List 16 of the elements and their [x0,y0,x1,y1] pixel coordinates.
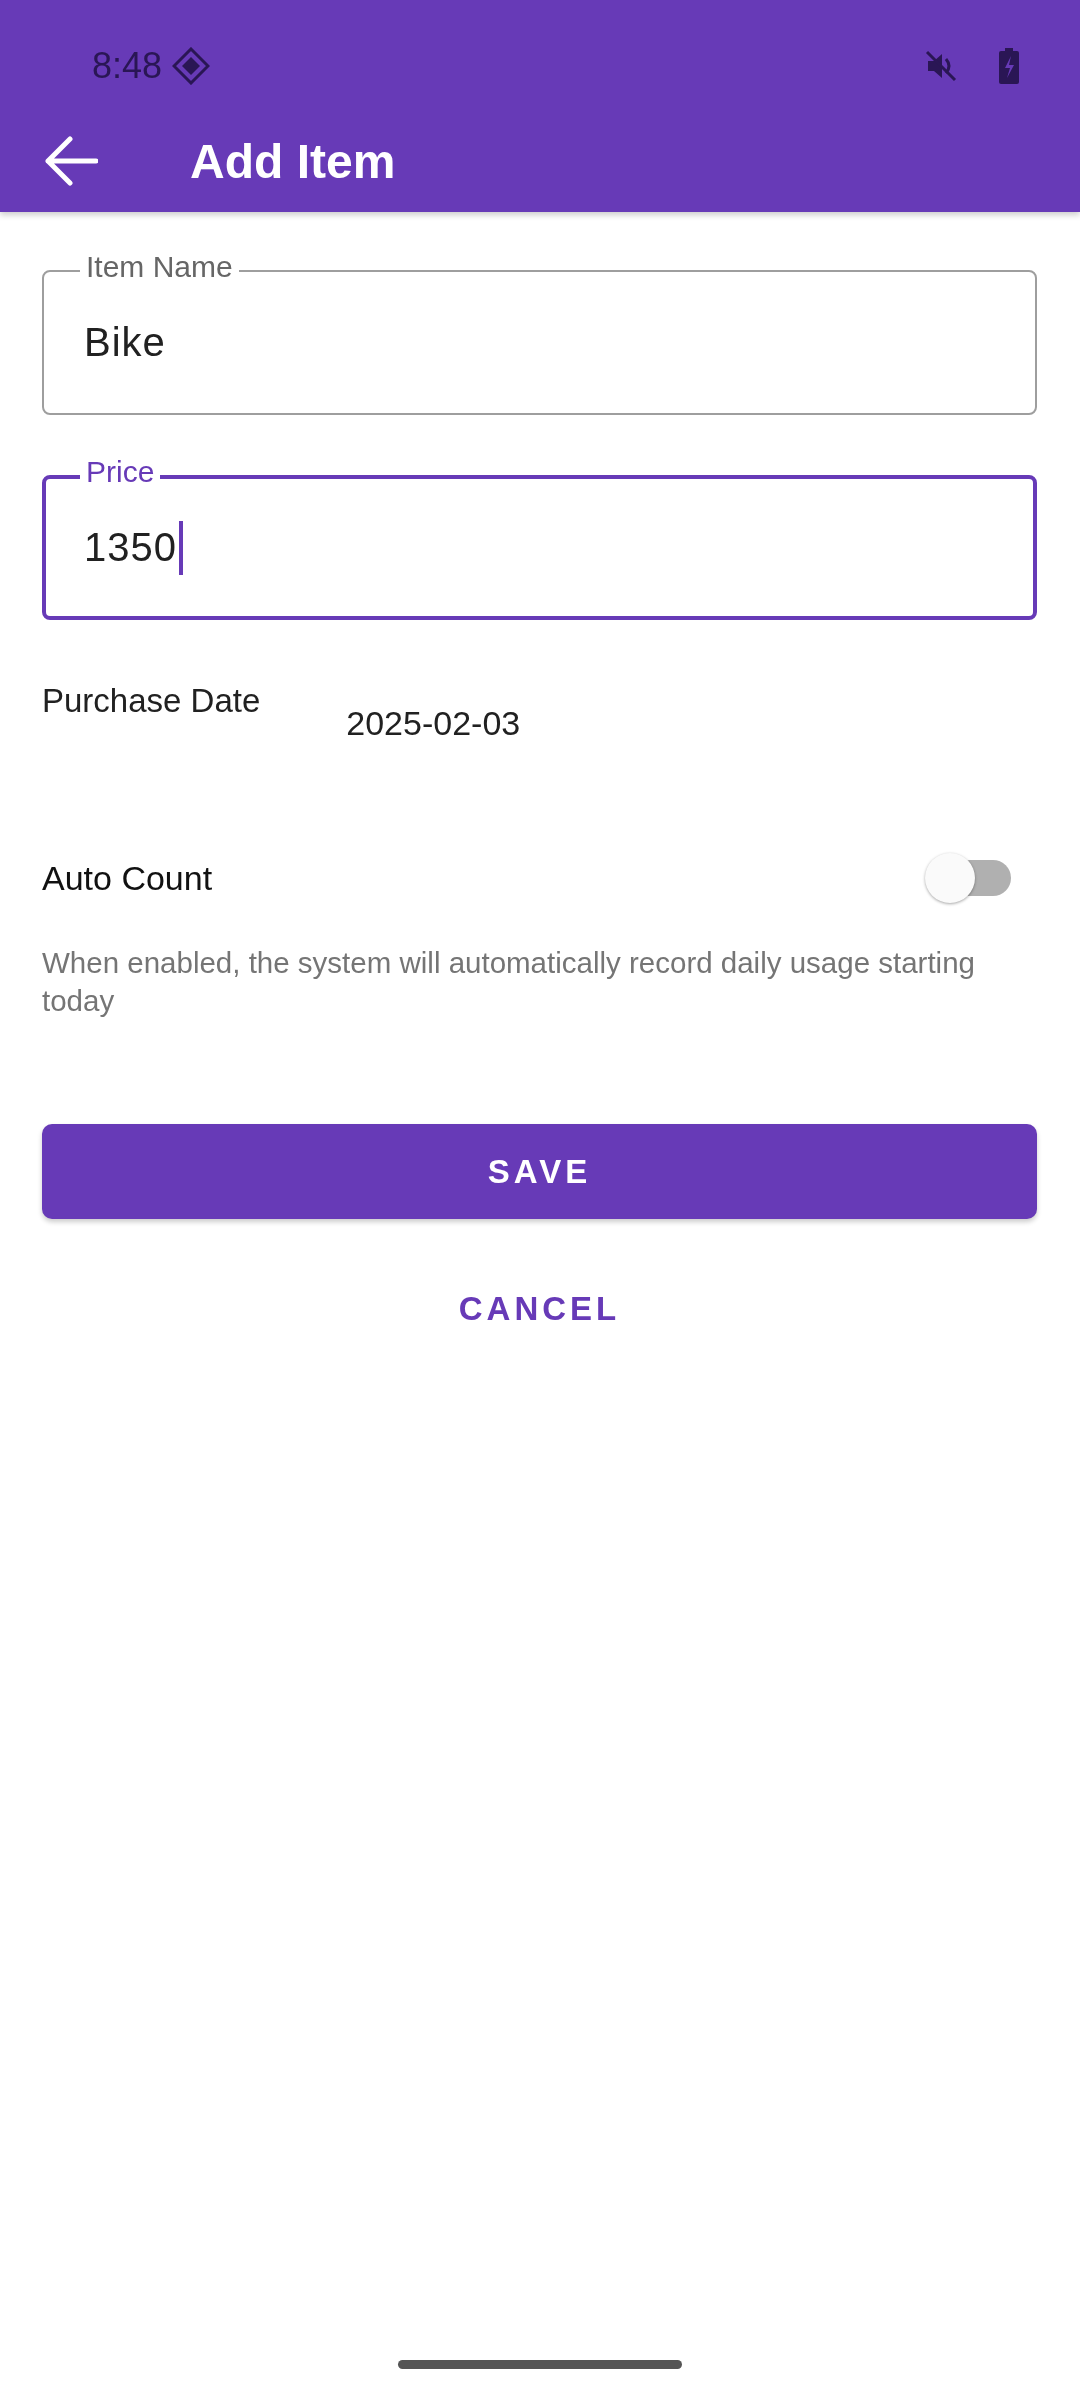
field-value: Bike [84,320,166,365]
text-cursor [179,520,183,575]
battery-icon [998,48,1020,84]
diamond-icon [172,47,211,85]
back-arrow-icon[interactable] [44,136,98,186]
navigation-handle[interactable] [398,2360,682,2369]
cancel-button[interactable]: CANCEL [434,1269,645,1349]
status-time: 8:48 [92,45,163,87]
helper-text: When enabled, the system will automatically record daily usage starting today [42,945,976,1019]
save-button[interactable]: SAVE [42,1124,1037,1219]
date-value[interactable]: 2025-02-03 [346,672,521,743]
date-label: Purchase Date [42,681,261,720]
mute-icon [924,49,958,83]
screen-title: Add Item [190,133,396,189]
field-value: 1350 [84,525,177,570]
toggle-label: Auto Count [42,858,213,898]
